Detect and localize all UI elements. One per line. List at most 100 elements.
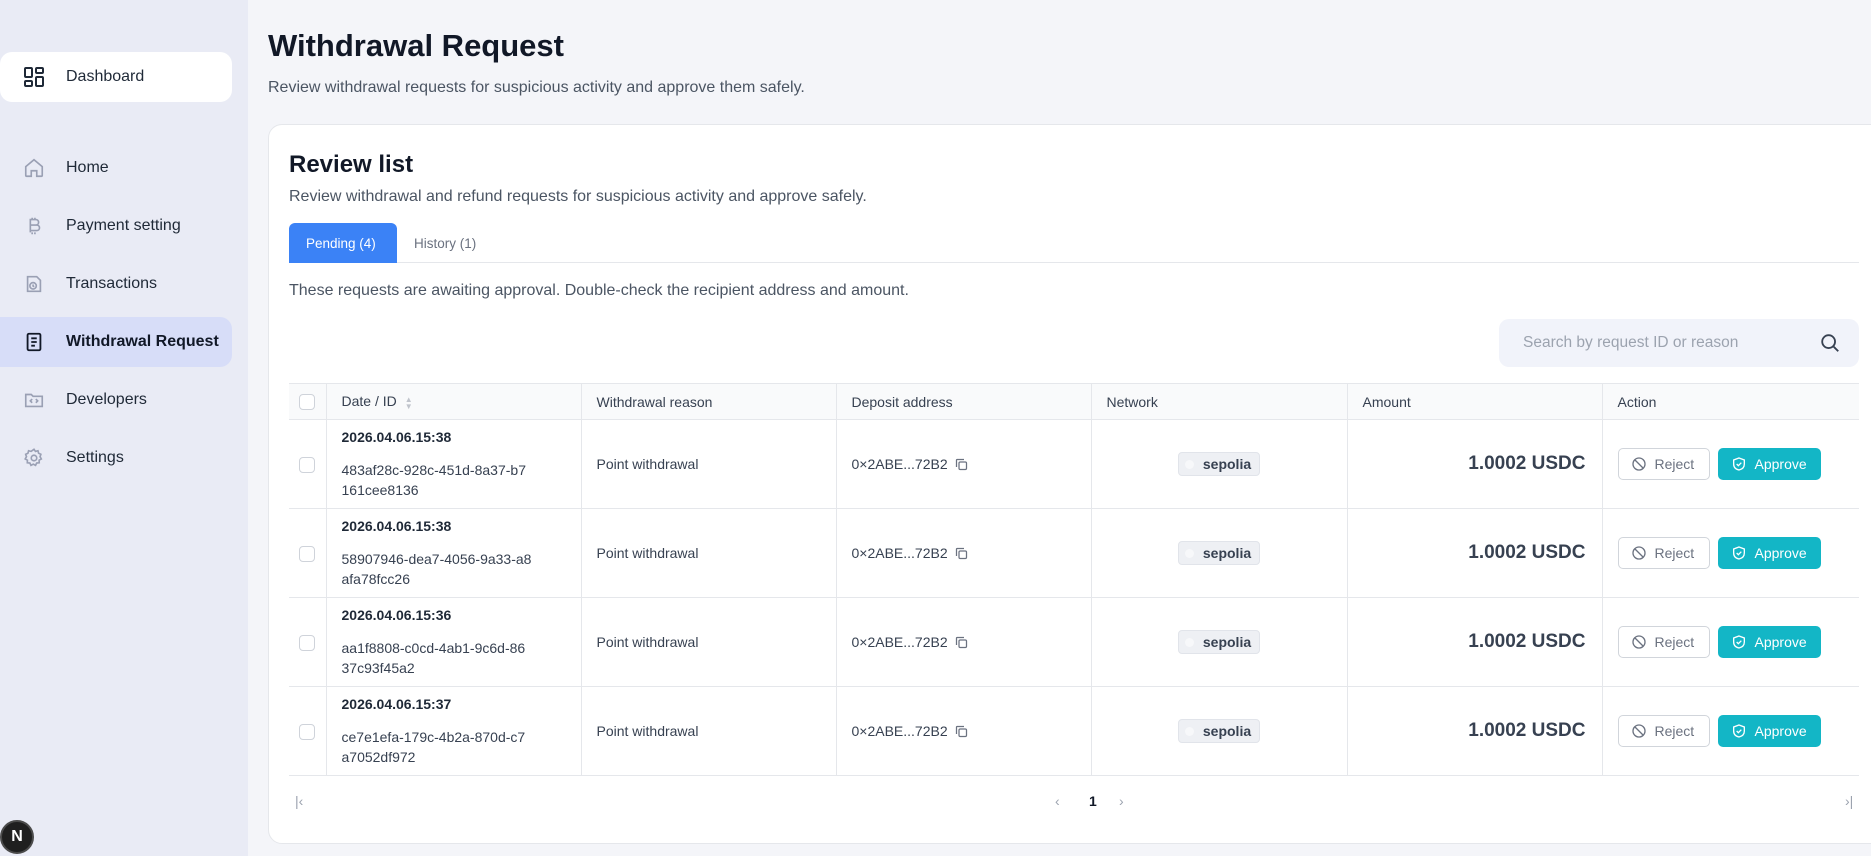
sidebar-item-withdrawal-request[interactable]: Withdrawal Request bbox=[0, 317, 232, 367]
reject-button[interactable]: Reject bbox=[1617, 626, 1710, 658]
row-checkbox[interactable] bbox=[299, 456, 315, 473]
request-id: 483af28c-928c-451d-8a37-b7161cee8136 bbox=[341, 461, 526, 498]
row-checkbox[interactable] bbox=[299, 723, 315, 740]
sidebar-item-label: Settings bbox=[66, 449, 124, 466]
deposit-address: 0×2ABE...72B2 bbox=[851, 545, 948, 561]
column-header-reason: Withdrawal reason bbox=[581, 383, 837, 420]
address-cell: 0×2ABE...72B2 bbox=[836, 419, 1092, 509]
sidebar-item-label: Payment setting bbox=[66, 217, 181, 234]
sidebar-item-transactions[interactable]: Transactions bbox=[0, 259, 232, 309]
network-badge: sepolia bbox=[1177, 452, 1261, 476]
approve-label: Approve bbox=[1754, 634, 1807, 650]
column-header-address: Deposit address bbox=[836, 383, 1092, 420]
sidebar-item-payment-setting[interactable]: Payment setting bbox=[0, 201, 232, 251]
request-id: ce7e1efa-179c-4b2a-870d-c7a7052df972 bbox=[341, 728, 526, 765]
sidebar-item-settings[interactable]: Settings bbox=[0, 433, 232, 483]
ban-icon bbox=[1631, 457, 1646, 471]
review-list-title: Review list bbox=[289, 151, 414, 178]
reason-cell: Point withdrawal bbox=[581, 686, 837, 776]
dashboard-grid-icon bbox=[22, 65, 46, 89]
approve-button[interactable]: Approve bbox=[1717, 715, 1821, 747]
review-card: Review list Review withdrawal and refund… bbox=[268, 124, 1871, 844]
ban-icon bbox=[1631, 724, 1646, 738]
search-box bbox=[1499, 319, 1859, 367]
sidebar-item-developers[interactable]: Developers bbox=[0, 375, 232, 425]
reject-button[interactable]: Reject bbox=[1617, 537, 1710, 569]
bitcoin-icon bbox=[22, 214, 46, 238]
network-badge: sepolia bbox=[1177, 630, 1261, 654]
last-page-button[interactable]: ›| bbox=[1845, 793, 1853, 809]
row-select-cell bbox=[289, 686, 327, 776]
table-row: 2026.04.06.15:38 483af28c-928c-451d-8a37… bbox=[289, 419, 1859, 509]
tab-bar: Pending (4) History (1) bbox=[289, 223, 1859, 263]
amount-cell: 1.0002 USDC bbox=[1347, 597, 1603, 687]
approve-button[interactable]: Approve bbox=[1717, 448, 1821, 480]
request-date: 2026.04.06.15:36 bbox=[341, 606, 452, 623]
address-cell: 0×2ABE...72B2 bbox=[836, 686, 1092, 776]
tab-pending[interactable]: Pending (4) bbox=[289, 223, 397, 263]
reject-button[interactable]: Reject bbox=[1617, 715, 1710, 747]
column-header-date[interactable]: Date / ID ▲ ▼ bbox=[326, 383, 582, 420]
network-dot-icon bbox=[1184, 726, 1194, 736]
select-all-cell bbox=[289, 383, 327, 420]
amount-cell: 1.0002 USDC bbox=[1347, 686, 1603, 776]
select-all-checkbox[interactable] bbox=[299, 394, 315, 411]
search-icon[interactable] bbox=[1819, 332, 1841, 359]
date-id-cell: 2026.04.06.15:36 aa1f8808-c0cd-4ab1-9c6d… bbox=[326, 597, 582, 687]
review-list-subtitle: Review withdrawal and refund requests fo… bbox=[289, 188, 867, 205]
date-id-cell: 2026.04.06.15:37 ce7e1efa-179c-4b2a-870d… bbox=[326, 686, 582, 776]
sidebar: Dashboard Home Payment setting Transacti… bbox=[0, 0, 248, 856]
address-cell: 0×2ABE...72B2 bbox=[836, 508, 1092, 598]
address-cell: 0×2ABE...72B2 bbox=[836, 597, 1092, 687]
transactions-icon bbox=[22, 272, 46, 296]
copy-icon[interactable] bbox=[954, 635, 969, 650]
sidebar-item-dashboard[interactable]: Dashboard bbox=[0, 52, 232, 102]
ban-icon bbox=[1631, 546, 1646, 560]
column-header-network: Network bbox=[1091, 383, 1348, 420]
sort-icon[interactable]: ▲ ▼ bbox=[405, 395, 413, 410]
row-select-cell bbox=[289, 419, 327, 509]
gear-icon bbox=[22, 446, 46, 470]
action-cell: Reject Approve bbox=[1602, 419, 1859, 509]
home-icon bbox=[22, 156, 46, 180]
reject-label: Reject bbox=[1654, 634, 1695, 650]
column-header-action: Action bbox=[1602, 383, 1859, 420]
page-title: Withdrawal Request bbox=[268, 28, 564, 63]
reject-button[interactable]: Reject bbox=[1617, 448, 1710, 480]
next-page-button[interactable]: › bbox=[1119, 793, 1124, 809]
approve-label: Approve bbox=[1754, 456, 1807, 472]
copy-icon[interactable] bbox=[954, 457, 969, 472]
first-page-button[interactable]: |‹ bbox=[295, 793, 303, 809]
network-dot-icon bbox=[1184, 637, 1194, 647]
sidebar-item-label: Developers bbox=[66, 391, 147, 408]
approve-button[interactable]: Approve bbox=[1717, 626, 1821, 658]
table-header-row: Date / ID ▲ ▼ Withdrawal reason Deposit ad… bbox=[289, 383, 1859, 420]
network-cell: sepolia bbox=[1091, 508, 1348, 598]
n-badge[interactable]: N bbox=[0, 820, 34, 854]
shield-check-icon bbox=[1732, 457, 1745, 471]
approve-label: Approve bbox=[1754, 723, 1807, 739]
network-cell: sepolia bbox=[1091, 419, 1348, 509]
action-cell: Reject Approve bbox=[1602, 597, 1859, 687]
network-cell: sepolia bbox=[1091, 597, 1348, 687]
sidebar-item-home[interactable]: Home bbox=[0, 143, 232, 193]
network-dot-icon bbox=[1184, 459, 1194, 469]
tab-history[interactable]: History (1) bbox=[397, 223, 493, 263]
row-select-cell bbox=[289, 597, 327, 687]
code-folder-icon bbox=[22, 388, 46, 412]
page-number[interactable]: 1 bbox=[1089, 793, 1097, 809]
table-row: 2026.04.06.15:38 58907946-dea7-4056-9a33… bbox=[289, 508, 1859, 598]
approve-button[interactable]: Approve bbox=[1717, 537, 1821, 569]
shield-check-icon bbox=[1732, 724, 1745, 738]
copy-icon[interactable] bbox=[954, 724, 969, 739]
requests-table: Date / ID ▲ ▼ Withdrawal reason Deposit ad… bbox=[289, 383, 1859, 776]
request-date: 2026.04.06.15:38 bbox=[341, 428, 452, 445]
search-input[interactable] bbox=[1523, 334, 1813, 352]
copy-icon[interactable] bbox=[954, 546, 969, 561]
row-checkbox[interactable] bbox=[299, 634, 315, 651]
document-icon bbox=[22, 330, 46, 354]
row-checkbox[interactable] bbox=[299, 545, 315, 562]
shield-check-icon bbox=[1732, 546, 1745, 560]
ban-icon bbox=[1631, 635, 1646, 649]
prev-page-button[interactable]: ‹ bbox=[1055, 793, 1060, 809]
